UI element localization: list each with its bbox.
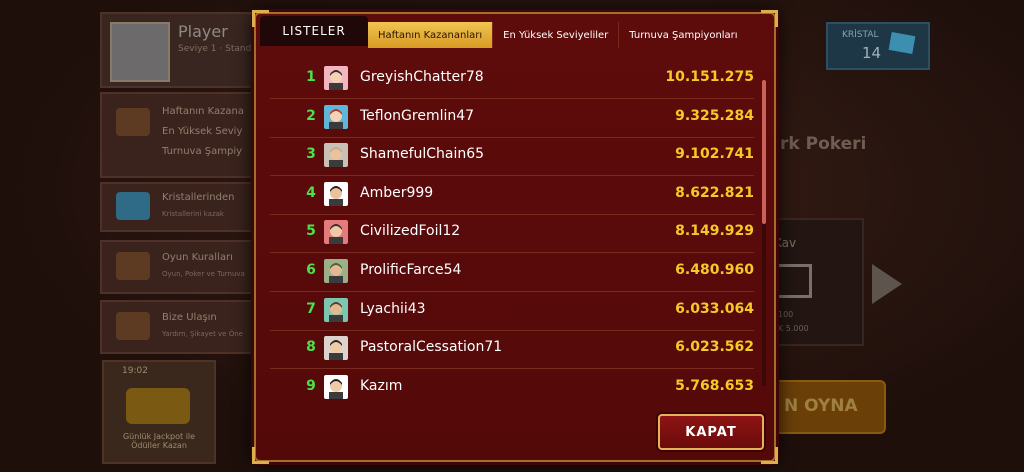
jackpot-timer: 19:02 — [122, 366, 148, 376]
man-darkhair-icon[interactable] — [324, 181, 348, 206]
menu-sub: Kristallerini kazak — [162, 210, 224, 218]
rules-icon — [116, 252, 150, 280]
rank-number: 3 — [306, 146, 316, 163]
man-suit-icon[interactable] — [324, 336, 348, 361]
tab-highest-levels[interactable]: En Yüksek Seviyeliler — [493, 22, 620, 48]
play-button[interactable]: N OYNA — [770, 380, 886, 434]
player-avatar — [110, 22, 170, 82]
rank-number: 2 — [306, 107, 316, 124]
username: CivilizedFoil12 — [360, 223, 461, 240]
leaderboard-list[interactable]: 1 GreyishChatter78 10.151.275 2 TeflonGremli… — [270, 60, 766, 400]
man-bald-icon[interactable] — [324, 143, 348, 168]
score-value: 6.023.562 — [675, 339, 754, 356]
leaderboard-row[interactable]: 1 GreyishChatter78 10.151.275 — [270, 60, 754, 99]
username: ShamefulChain65 — [360, 146, 485, 163]
username: PastoralCessation71 — [360, 339, 503, 356]
play-label: N OYNA — [784, 396, 858, 416]
score-value: 9.102.741 — [675, 146, 754, 163]
corner-ornament — [761, 10, 778, 27]
game-title: rk Pokeri — [780, 134, 867, 154]
rank-number: 1 — [306, 69, 316, 85]
list-scrollbar[interactable] — [762, 80, 766, 386]
player-card[interactable]: Player Seviye 1 · Standa — [100, 12, 274, 88]
man-glasses-icon[interactable] — [324, 374, 348, 399]
close-button[interactable]: KAPAT — [658, 414, 764, 450]
rank-number: 4 — [306, 184, 316, 201]
menu-label: Oyun Kuralları — [162, 252, 233, 263]
rank-number: 7 — [306, 300, 316, 317]
option-line: 100 — [778, 310, 794, 319]
leaderboard-row[interactable]: 3 ShamefulChain65 9.102.741 — [270, 137, 754, 177]
gem-icon — [116, 192, 150, 220]
player-name: Player — [178, 22, 228, 41]
corner-ornament — [761, 447, 778, 464]
rank-number: 8 — [306, 339, 316, 356]
score-value: 6.033.064 — [675, 300, 754, 317]
score-value: 8.622.821 — [675, 184, 754, 201]
woman-redhair-icon[interactable] — [324, 104, 348, 129]
rank-number: 9 — [306, 377, 316, 394]
leaderboard-row[interactable]: 7 Lyachii43 6.033.064 — [270, 292, 754, 331]
rank-number: 6 — [306, 262, 316, 278]
menu-rules[interactable]: Oyun Kuralları Oyun, Poker ve Turnuva — [100, 240, 264, 294]
username: ProlificFarce54 — [360, 262, 462, 278]
option-icon — [776, 264, 812, 298]
username: GreyishChatter78 — [360, 69, 484, 85]
menu-crystals[interactable]: Kristallerinden Kristallerini kazak — [100, 182, 264, 232]
leaderboard-row[interactable]: 5 CivilizedFoil12 8.149.929 — [270, 214, 754, 254]
username: Kazım — [360, 377, 403, 394]
crystal-icon — [888, 32, 916, 54]
menu-label: En Yüksek Seviy — [162, 126, 243, 137]
crystal-value: 14 — [862, 44, 882, 62]
menu-label: Turnuva Şampiy — [162, 146, 243, 157]
menu-label: Bize Ulaşın — [162, 312, 217, 323]
crystal-label: KRİSTAL — [842, 30, 879, 40]
slot-machine-icon — [126, 388, 190, 424]
option-label: Kav — [774, 236, 797, 250]
woman-bun-icon[interactable] — [324, 220, 348, 245]
score-value: 5.768.653 — [675, 377, 754, 394]
daily-jackpot[interactable]: 19:02 Günlük Jackpot ile Ödüller Kazan — [102, 360, 216, 464]
menu-sub: Oyun, Poker ve Turnuva — [162, 270, 245, 278]
score-value: 9.325.284 — [675, 107, 754, 124]
menu-label: Haftanın Kazana — [162, 106, 245, 117]
leaderboard-row[interactable]: 8 PastoralCessation71 6.023.562 — [270, 330, 754, 370]
tab-weekly-winners[interactable]: Haftanın Kazananları — [368, 22, 494, 48]
score-value: 6.480.960 — [675, 262, 754, 278]
mail-icon — [116, 312, 150, 340]
username: Lyachii43 — [360, 300, 426, 317]
leaderboard-row[interactable]: 6 ProlificFarce54 6.480.960 — [270, 253, 754, 292]
jackpot-text: Günlük Jackpot ile Ödüller Kazan — [122, 432, 196, 450]
tab-tournament-champions[interactable]: Turnuva Şampiyonları — [619, 22, 747, 48]
trophy-icon — [116, 108, 150, 136]
woman-pink-icon[interactable] — [324, 66, 348, 90]
man-hat-icon[interactable] — [324, 259, 348, 283]
leaderboard-modal: LISTELER Haftanın Kazananları En Yüksek … — [252, 10, 778, 464]
man-beard-icon[interactable] — [324, 297, 348, 322]
menu-contact[interactable]: Bize Ulaşın Yardım, Şikayet ve Öne — [100, 300, 264, 354]
leaderboard-tabs: Haftanın Kazananları En Yüksek Seviyelil… — [368, 22, 748, 48]
scrollbar-thumb[interactable] — [762, 80, 766, 224]
crystal-counter[interactable]: KRİSTAL 14 — [826, 22, 930, 70]
menu-label: Kristallerinden — [162, 192, 235, 203]
game-option-box[interactable]: Kav 100 K 5.000 — [762, 218, 864, 346]
next-arrow-icon[interactable] — [872, 264, 902, 304]
leaderboard-row[interactable]: 9 Kazım 5.768.653 — [270, 369, 754, 400]
modal-title: LISTELER — [260, 16, 368, 46]
option-line: K 5.000 — [778, 324, 809, 333]
leaderboard-row[interactable]: 4 Amber999 8.622.821 — [270, 176, 754, 215]
leaderboard-row[interactable]: 2 TeflonGremlin47 9.325.284 — [270, 99, 754, 138]
score-value: 8.149.929 — [675, 223, 754, 240]
corner-ornament — [252, 447, 269, 464]
score-value: 10.151.275 — [665, 69, 754, 85]
player-level: Seviye 1 · Standa — [178, 44, 257, 54]
rank-number: 5 — [306, 223, 316, 240]
menu-leaderboards[interactable]: Haftanın Kazana En Yüksek Seviy Turnuva … — [100, 92, 264, 178]
menu-sub: Yardım, Şikayet ve Öne — [162, 330, 243, 338]
username: TeflonGremlin47 — [360, 107, 475, 124]
username: Amber999 — [360, 184, 434, 201]
